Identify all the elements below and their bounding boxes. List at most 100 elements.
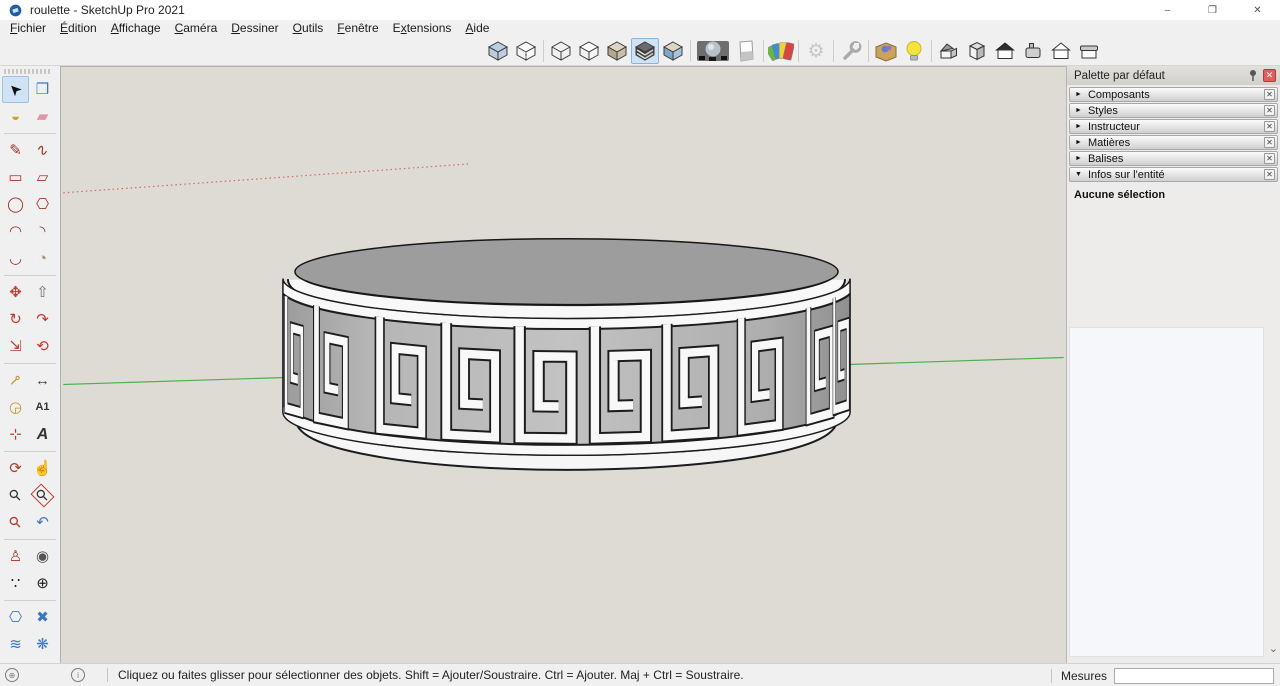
entity-info-content	[1069, 327, 1264, 657]
toolbar-drag-handle[interactable]	[4, 69, 52, 74]
measurements-input[interactable]	[1114, 668, 1274, 684]
section-close-icon[interactable]: ✕	[1264, 121, 1275, 132]
scroll-down-icon[interactable]: ⌄	[1269, 642, 1278, 655]
push-pull-tool-icon[interactable]: ⇧	[29, 279, 56, 306]
view-iso-icon[interactable]	[935, 38, 963, 64]
maximize-button[interactable]: ❐	[1190, 0, 1235, 20]
axes-tool-icon[interactable]: ⊹	[2, 421, 29, 448]
pie-tool-icon[interactable]: ◔	[29, 245, 56, 272]
close-button[interactable]: ✕	[1235, 0, 1280, 20]
3d-text-tool-icon[interactable]: A	[29, 421, 56, 448]
tray-close-icon[interactable]: ✕	[1263, 69, 1276, 82]
circle-tool-icon[interactable]: ◯	[2, 191, 29, 218]
tray-section-styles[interactable]: ►Styles✕	[1069, 103, 1278, 118]
zoom-window-tool-icon[interactable]: ⚲	[29, 482, 56, 509]
scale-tool-icon[interactable]: ⇲	[2, 333, 29, 360]
section-close-icon[interactable]: ✕	[1264, 137, 1275, 148]
three-point-arc-tool-icon[interactable]: ◡	[2, 245, 29, 272]
menu-outils[interactable]: Outils	[286, 20, 331, 37]
previous-view-tool-icon[interactable]: ↶	[29, 509, 56, 536]
text-tool-icon[interactable]: A1	[29, 394, 56, 421]
face-style-x-ray-icon[interactable]	[484, 38, 512, 64]
face-style-monochrome-icon[interactable]	[659, 38, 687, 64]
offset-tool-icon[interactable]: ⟲	[29, 333, 56, 360]
paint-box-icon[interactable]	[872, 38, 900, 64]
select-tool-icon[interactable]: ➤	[2, 76, 29, 103]
style-settings-icon[interactable]: ⚙	[802, 38, 830, 64]
navigation-compass-tool-icon[interactable]: ⊕	[29, 570, 56, 597]
view-back-icon[interactable]	[1047, 38, 1075, 64]
position-camera-tool-icon[interactable]: ♙	[2, 543, 29, 570]
section-close-icon[interactable]: ✕	[1264, 153, 1275, 164]
pan-tool-icon[interactable]: ☝	[29, 455, 56, 482]
geolocation-icon[interactable]: ⊕	[5, 668, 19, 682]
rotate-tool-icon[interactable]: ↻	[2, 306, 29, 333]
move-tool-icon[interactable]: ✥	[2, 279, 29, 306]
credit-icon[interactable]: i	[71, 668, 85, 682]
tray-section-instructeur[interactable]: ►Instructeur✕	[1069, 119, 1278, 134]
section-close-icon[interactable]: ✕	[1264, 105, 1275, 116]
axes-glyph: ⊹	[9, 427, 22, 442]
shadows-icon[interactable]	[694, 38, 732, 64]
drawing-canvas[interactable]	[60, 66, 1066, 663]
tray-section-composants[interactable]: ►Composants✕	[1069, 87, 1278, 102]
face-style-hidden-line-icon[interactable]	[575, 38, 603, 64]
menu-extensions[interactable]: Extensions	[386, 20, 459, 37]
face-style-back-edges-icon[interactable]	[512, 38, 540, 64]
light-icon[interactable]	[900, 38, 928, 64]
two-point-arc-tool-icon[interactable]: ◝	[29, 218, 56, 245]
section-close-icon[interactable]: ✕	[1264, 89, 1275, 100]
zoom-tool-icon[interactable]: ⚲	[2, 482, 29, 509]
zoom-extents-tool-icon[interactable]: ⚲	[2, 509, 29, 536]
menu-edition[interactable]: Édition	[53, 20, 104, 37]
dimension-tool-icon[interactable]: ↔	[29, 367, 56, 394]
preferences-icon[interactable]	[837, 38, 865, 64]
green-axis-left	[63, 377, 286, 384]
extension-tool-2-tool-icon[interactable]: ✖	[29, 604, 56, 631]
rotated-rectangle-tool-icon[interactable]: ▱	[29, 164, 56, 191]
rectangle-tool-icon[interactable]: ▭	[2, 164, 29, 191]
orbit-tool-icon[interactable]: ⟳	[2, 455, 29, 482]
face-style-wireframe-icon[interactable]	[547, 38, 575, 64]
tray-section-matieres[interactable]: ►Matières✕	[1069, 135, 1278, 150]
extension-tool-3-tool-icon[interactable]: ≋	[2, 631, 29, 658]
menu-dessiner[interactable]: Dessiner	[224, 20, 285, 37]
tray-section-balises[interactable]: ►Balises✕	[1069, 151, 1278, 166]
walk-tool-icon[interactable]: ∵	[2, 570, 29, 597]
view-right-icon[interactable]	[1019, 38, 1047, 64]
eraser-tool-icon[interactable]: ▰	[29, 103, 56, 130]
polygon-tool-icon[interactable]: ⎔	[29, 191, 56, 218]
view-top-icon[interactable]	[963, 38, 991, 64]
menu-camera[interactable]: Caméra	[168, 20, 225, 37]
pin-icon[interactable]	[1248, 69, 1258, 82]
section-display-icon[interactable]	[732, 38, 760, 64]
model-3d[interactable]	[283, 239, 850, 463]
look-around-tool-icon[interactable]: ◉	[29, 543, 56, 570]
follow-me-tool-icon[interactable]: ↷	[29, 306, 56, 333]
freehand-tool-icon[interactable]: ∿	[29, 137, 56, 164]
face-style-shaded-with-textures-icon[interactable]	[631, 38, 659, 64]
paint-bucket-tool-icon[interactable]: ◒	[2, 103, 29, 130]
view-left-icon[interactable]	[1075, 38, 1103, 64]
make-component-glyph: ❒	[36, 82, 49, 97]
protractor-glyph: ◶	[9, 400, 22, 415]
view-front-icon[interactable]	[991, 38, 1019, 64]
protractor-tool-icon[interactable]: ◶	[2, 394, 29, 421]
arc-tool-icon[interactable]: ◠	[2, 218, 29, 245]
make-component-tool-icon[interactable]: ❒	[29, 76, 56, 103]
section-close-icon[interactable]: ✕	[1264, 169, 1275, 180]
model-viewport[interactable]	[61, 67, 1066, 663]
tape-measure-tool-icon[interactable]: ⊸	[2, 367, 29, 394]
line-tool-icon[interactable]: ✎	[2, 137, 29, 164]
menu-affichage[interactable]: Affichage	[104, 20, 168, 37]
status-hint: Cliquez ou faites glisser pour sélection…	[118, 668, 744, 682]
materials-icon[interactable]	[767, 38, 795, 64]
extension-tool-1-tool-icon[interactable]: ⎔	[2, 604, 29, 631]
face-style-shaded-icon[interactable]	[603, 38, 631, 64]
extension-tool-4-tool-icon[interactable]: ❋	[29, 631, 56, 658]
menu-fenetre[interactable]: Fenêtre	[330, 20, 385, 37]
tray-section-infossurlentite[interactable]: ▼Infos sur l'entité✕	[1069, 167, 1278, 182]
menu-aide[interactable]: Aide	[458, 20, 496, 37]
minimize-button[interactable]: –	[1145, 0, 1190, 20]
menu-fichier[interactable]: Fichier	[3, 20, 53, 37]
